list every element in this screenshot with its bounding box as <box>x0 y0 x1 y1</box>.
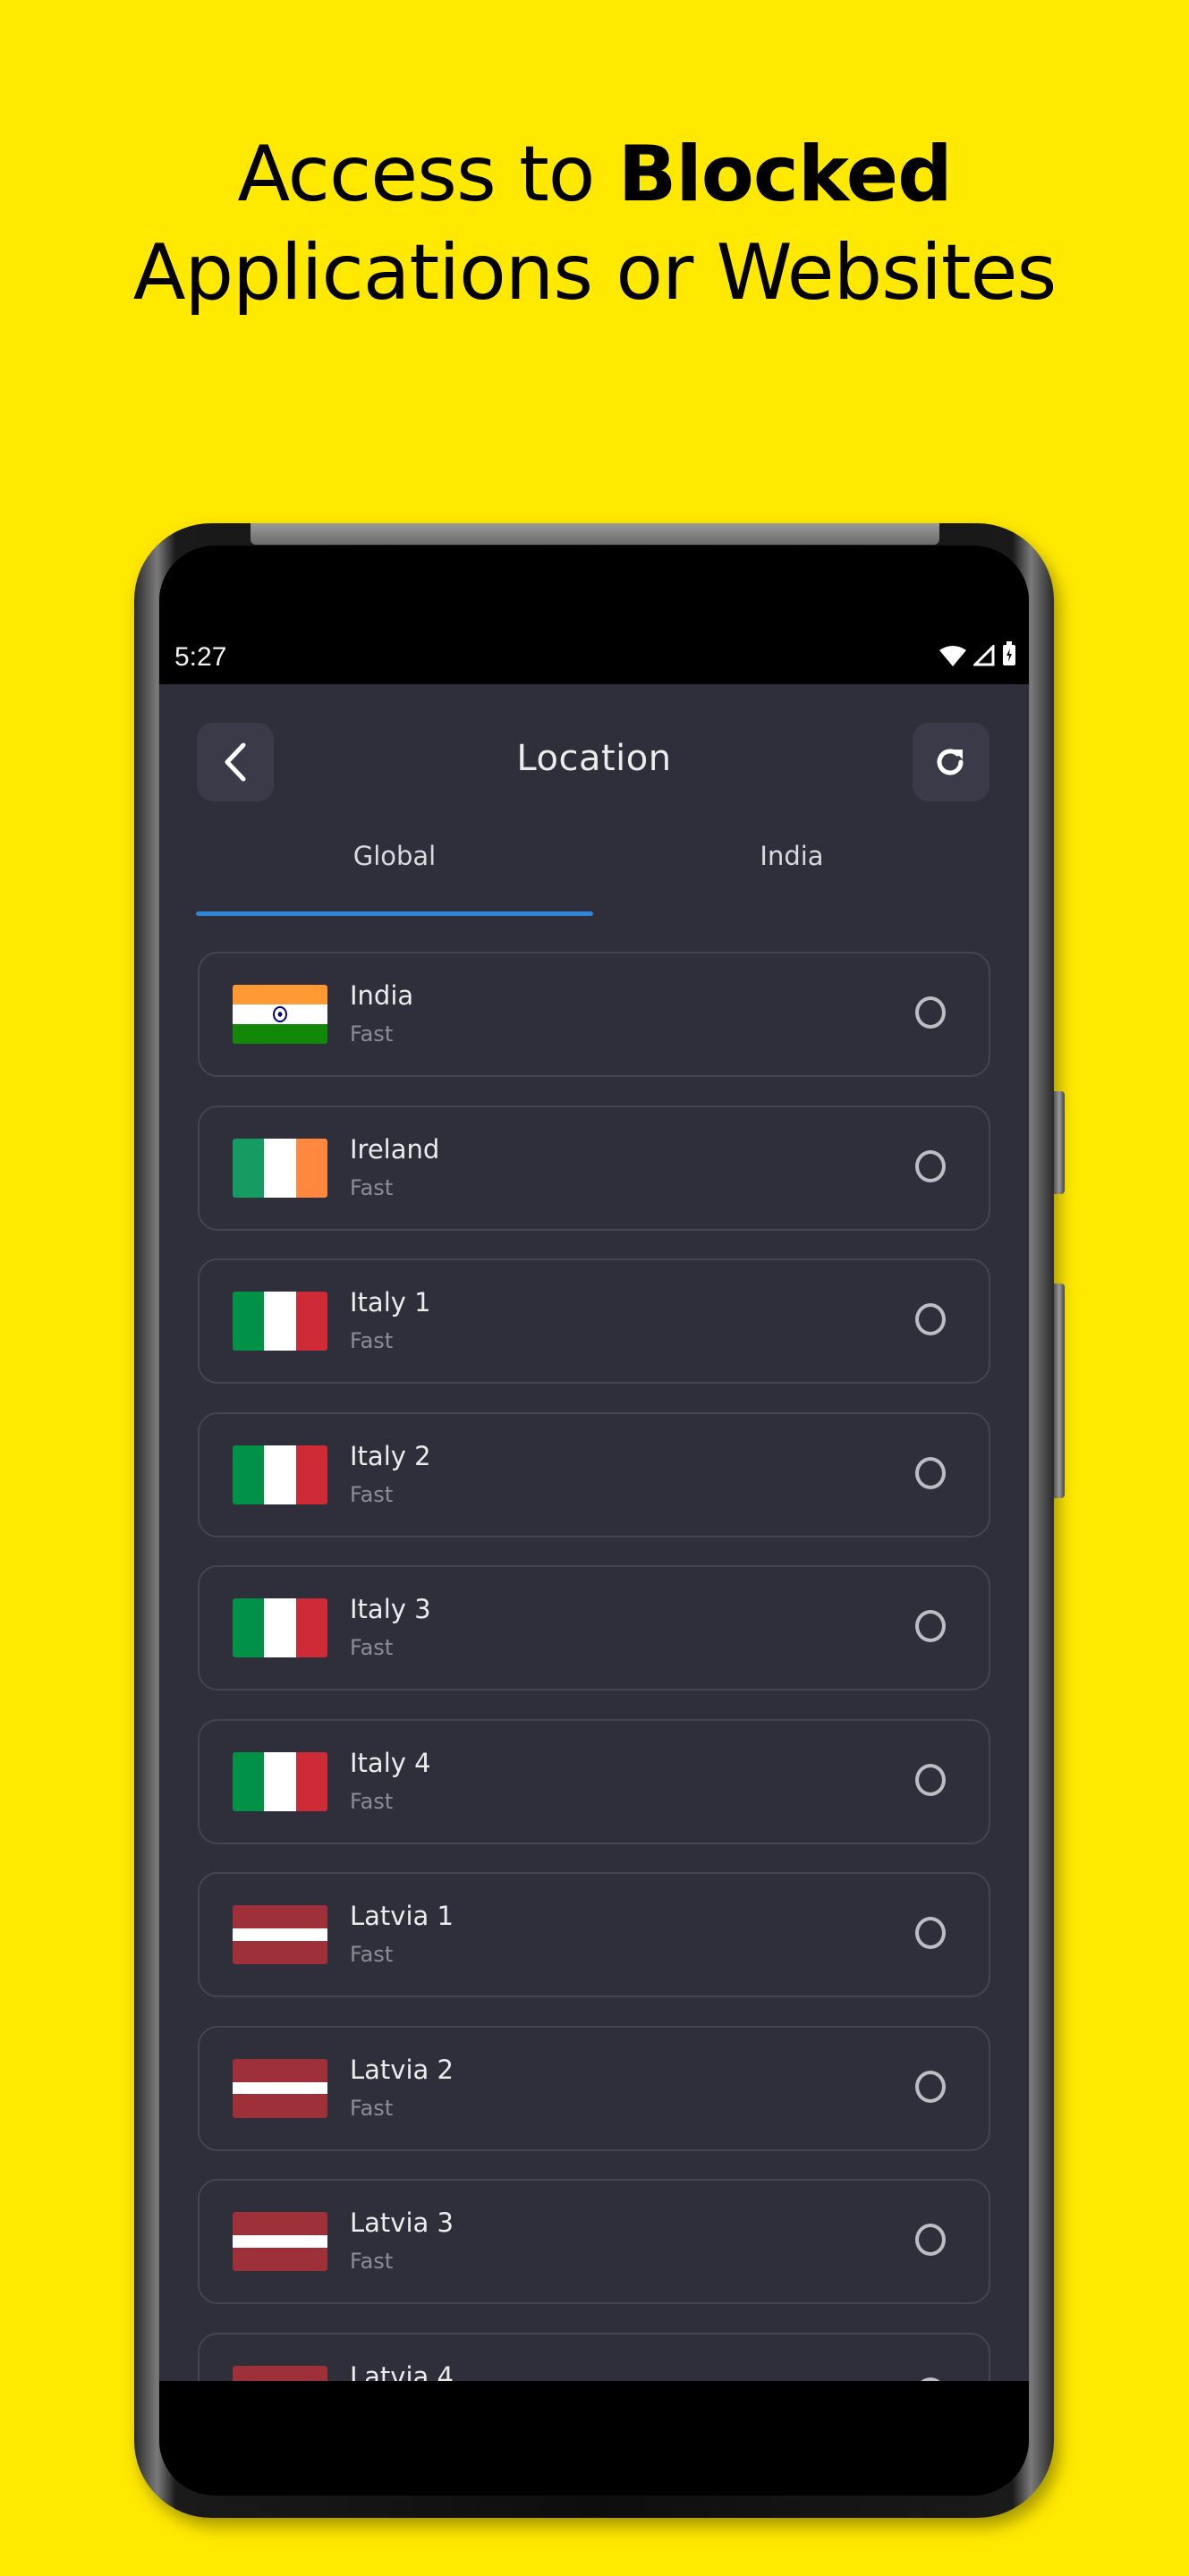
server-item-india[interactable]: India Fast <box>198 952 990 1077</box>
tab-india[interactable]: India <box>593 841 990 871</box>
cell-signal-icon <box>973 645 995 666</box>
refresh-icon <box>937 749 964 775</box>
flag-stripe <box>295 1751 327 1811</box>
flag-stripe <box>233 2247 327 2271</box>
status-icons <box>939 641 1016 666</box>
server-speed: Fast <box>350 2249 394 2274</box>
flag-latvia-icon <box>233 2058 327 2118</box>
battery-charging-icon <box>1003 641 1015 665</box>
flag-stripe <box>233 1940 327 1964</box>
server-speed: Fast <box>350 1174 394 1200</box>
server-speed: Fast <box>350 1788 394 1814</box>
server-item-latvia-1[interactable]: Latvia 1 Fast <box>198 1872 990 1997</box>
flag-stripe <box>295 1292 327 1351</box>
phone-frame: 5:27 Location Global India India Fast Ir… <box>134 523 1065 2518</box>
server-name: Italy 3 <box>350 1594 431 1624</box>
server-list: India Fast Ireland Fast Italy 1 Fast Ita… <box>198 952 990 2381</box>
flag-stripe <box>264 1751 296 1811</box>
flag-stripe <box>233 1024 327 1044</box>
flag-stripe <box>295 1138 327 1198</box>
flag-stripe <box>233 2094 327 2118</box>
page-title: Location <box>516 738 672 779</box>
flag-stripe <box>233 1445 265 1504</box>
flag-stripe <box>264 1445 296 1504</box>
flag-italy-icon <box>233 1292 327 1351</box>
server-item-latvia-4[interactable]: Latvia 4 Fast <box>198 2332 990 2382</box>
flag-stripe <box>233 1928 327 1941</box>
active-tab-indicator <box>196 911 593 916</box>
flag-stripe <box>233 2235 327 2248</box>
server-speed: Fast <box>350 1942 394 1967</box>
radio-button[interactable] <box>915 1763 946 1796</box>
server-name: Italy 4 <box>350 1747 431 1778</box>
server-speed: Fast <box>350 1021 394 1046</box>
location-screen: Location Global India India Fast Ireland… <box>159 684 1029 2381</box>
system-nav-bar <box>159 2381 1029 2496</box>
flag-stripe <box>233 1138 265 1198</box>
server-name: Latvia 4 <box>350 2360 454 2382</box>
ashoka-chakra-icon <box>273 1006 287 1022</box>
flag-latvia-icon <box>233 2212 327 2271</box>
flag-ireland-icon <box>233 1138 327 1198</box>
flag-stripe <box>233 1905 327 1929</box>
headline-line-2: Applications or Websites <box>132 228 1057 318</box>
radio-button[interactable] <box>915 1610 946 1642</box>
flag-stripe <box>233 2058 327 2082</box>
flag-stripe <box>233 2212 327 2236</box>
server-item-italy-4[interactable]: Italy 4 Fast <box>198 1718 990 1844</box>
server-speed: Fast <box>350 1481 394 1507</box>
server-name: Latvia 2 <box>350 2054 454 2085</box>
phone-screen: 5:27 Location Global India India Fast Ir… <box>159 546 1029 2496</box>
flag-latvia-icon <box>233 2365 327 2381</box>
radio-button[interactable] <box>915 1456 946 1489</box>
server-name: Italy 2 <box>350 1440 431 1471</box>
server-item-latvia-3[interactable]: Latvia 3 Fast <box>198 2179 990 2304</box>
tab-global[interactable]: Global <box>196 841 593 871</box>
flag-stripe <box>295 1445 327 1504</box>
radio-button[interactable] <box>915 1149 946 1182</box>
flag-stripe <box>233 1751 265 1811</box>
server-name: Italy 1 <box>350 1287 431 1318</box>
server-item-italy-3[interactable]: Italy 3 Fast <box>198 1565 990 1690</box>
radio-button[interactable] <box>915 1917 946 1949</box>
flag-india-icon <box>233 985 327 1044</box>
status-bar: 5:27 <box>159 546 1029 684</box>
phone-volume-button <box>1054 1091 1065 1194</box>
phone-top-edge <box>251 523 939 545</box>
server-item-italy-1[interactable]: Italy 1 Fast <box>198 1258 990 1384</box>
flag-stripe <box>233 2365 327 2381</box>
refresh-button[interactable] <box>913 723 989 801</box>
radio-button[interactable] <box>915 996 946 1029</box>
flag-stripe <box>233 1598 265 1657</box>
server-speed: Fast <box>350 1328 394 1353</box>
phone-power-button <box>1054 1284 1065 1498</box>
server-speed: Fast <box>350 2095 394 2121</box>
server-name: Ireland <box>350 1133 440 1165</box>
flag-italy-icon <box>233 1751 327 1811</box>
flag-stripe <box>264 1598 296 1657</box>
flag-stripe <box>233 985 327 1004</box>
radio-button[interactable] <box>915 2224 946 2256</box>
status-time: 5:27 <box>174 642 227 672</box>
flag-stripe <box>264 1292 296 1351</box>
radio-button[interactable] <box>915 2070 946 2103</box>
flag-stripe <box>233 1292 265 1351</box>
wifi-icon <box>939 646 966 666</box>
flag-latvia-icon <box>233 1905 327 1964</box>
flag-italy-icon <box>233 1598 327 1657</box>
flag-stripe <box>295 1598 327 1657</box>
server-name: Latvia 3 <box>350 2207 454 2238</box>
server-item-italy-2[interactable]: Italy 2 Fast <box>198 1411 990 1538</box>
radio-button[interactable] <box>915 1303 946 1335</box>
flag-stripe <box>264 1138 296 1198</box>
server-name: India <box>350 980 414 1011</box>
server-speed: Fast <box>350 1635 394 1660</box>
flag-stripe <box>233 2081 327 2095</box>
server-item-latvia-2[interactable]: Latvia 2 Fast <box>198 2025 990 2151</box>
server-name: Latvia 1 <box>350 1901 454 1931</box>
promo-headline: Access to Blocked Applications or Websit… <box>0 125 1189 322</box>
headline-line-1: Access to Blocked <box>237 130 952 219</box>
server-item-ireland[interactable]: Ireland Fast <box>198 1105 990 1231</box>
flag-italy-icon <box>233 1445 327 1504</box>
